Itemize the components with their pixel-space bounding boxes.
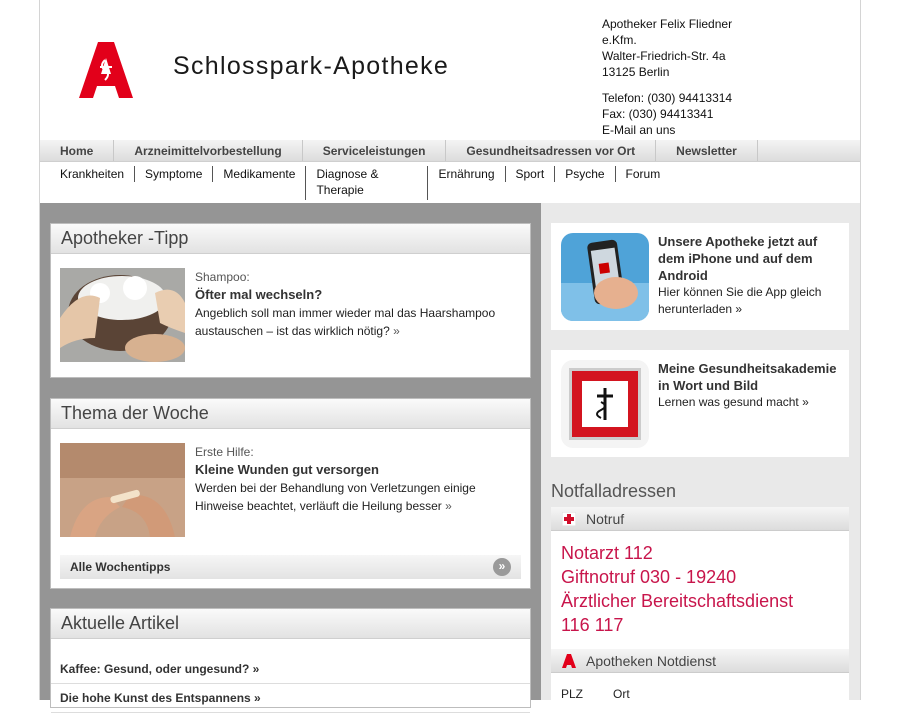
- owner-suffix: e.Kfm.: [602, 33, 637, 47]
- pharmacy-sign-icon[interactable]: [561, 360, 649, 448]
- notdienst-label: Apotheken Notdienst: [586, 653, 716, 669]
- double-chevron-right-icon[interactable]: »: [493, 558, 511, 576]
- subnav-ernaehrung[interactable]: Ernährung: [428, 166, 504, 182]
- thema-der-woche-title: Thema der Woche: [51, 399, 530, 429]
- subnav-krankheiten[interactable]: Krankheiten: [50, 166, 134, 182]
- nav-gesundheitsadressen[interactable]: Gesundheitsadressen vor Ort: [446, 140, 657, 161]
- subnav-psyche[interactable]: Psyche: [554, 166, 614, 182]
- article-link-entspannen[interactable]: Die hohe Kunst des Entspannens »: [51, 684, 530, 713]
- nav-newsletter[interactable]: Newsletter: [656, 140, 758, 161]
- thema-der-woche-box: Thema der Woche Erste Hilfe: Kleine Wund…: [50, 398, 531, 589]
- apotheker-tipp-box: Apotheker -Tipp Shampoo: Öfter mal wechs…: [50, 223, 531, 378]
- notarzt-number[interactable]: Notarzt 112: [561, 541, 839, 565]
- city: 13125 Berlin: [602, 65, 670, 79]
- subnav-symptome[interactable]: Symptome: [134, 166, 212, 182]
- alle-wochentipps-link[interactable]: Alle Wochentipps »: [60, 555, 521, 579]
- article-link-kaffee[interactable]: Kaffee: Gesund, oder ungesund? »: [51, 655, 530, 684]
- app-teaser-text: Unsere Apotheke jetzt auf dem iPhone und…: [658, 233, 843, 318]
- main-nav: Home Arzneimittelvorbestellung Servicele…: [40, 140, 860, 162]
- bereitschaftsdienst-label: Ärztlicher Bereitschaftsdienst: [561, 591, 794, 611]
- nav-serviceleistungen[interactable]: Serviceleistungen: [303, 140, 447, 161]
- akademie-box[interactable]: Meine Gesundheitsakademie in Wort und Bi…: [551, 350, 849, 457]
- apotheker-tipp-title: Apotheker -Tipp: [51, 224, 530, 254]
- plz-label: PLZ: [561, 687, 584, 701]
- apotheke-a-icon: [562, 654, 576, 668]
- sub-nav: Krankheiten Symptome Medikamente Diagnos…: [50, 166, 670, 200]
- first-aid-hands-image[interactable]: [60, 443, 185, 537]
- woche-headline[interactable]: Kleine Wunden gut versorgen: [195, 461, 515, 479]
- woche-teaser[interactable]: Erste Hilfe: Kleine Wunden gut versorgen…: [51, 429, 530, 541]
- subnav-sport[interactable]: Sport: [504, 166, 555, 182]
- brand-name[interactable]: Schlosspark-Apotheke: [173, 52, 449, 81]
- tipp-more-link[interactable]: »: [393, 324, 400, 338]
- app-teaser-title[interactable]: Unsere Apotheke jetzt auf dem iPhone und…: [658, 233, 843, 284]
- tipp-text-block: Shampoo: Öfter mal wechseln? Angeblich s…: [195, 268, 515, 340]
- nav-home[interactable]: Home: [40, 140, 115, 161]
- app-teaser-box[interactable]: Unsere Apotheke jetzt auf dem iPhone und…: [551, 223, 849, 330]
- right-column: Unsere Apotheke jetzt auf dem iPhone und…: [541, 203, 860, 701]
- apotheke-logo[interactable]: [78, 40, 134, 100]
- email-link[interactable]: E-Mail an uns: [602, 122, 732, 138]
- owner-name: Apotheker Felix Fliedner: [602, 17, 733, 31]
- left-column: Apotheker -Tipp Shampoo: Öfter mal wechs…: [40, 203, 541, 713]
- address-block: Apotheker Felix Fliedner e.Kfm. Walter-F…: [602, 16, 732, 138]
- ort-label: Ort: [613, 687, 630, 701]
- tipp-text: Angeblich soll man immer wieder mal das …: [195, 306, 496, 338]
- shampoo-hair-image[interactable]: [60, 268, 185, 362]
- tipp-teaser[interactable]: Shampoo: Öfter mal wechseln? Angeblich s…: [51, 254, 530, 366]
- akademie-title[interactable]: Meine Gesundheitsakademie in Wort und Bi…: [658, 360, 843, 394]
- header: Schlosspark-Apotheke Apotheker Felix Fli…: [40, 0, 860, 140]
- woche-text-block: Erste Hilfe: Kleine Wunden gut versorgen…: [195, 443, 515, 515]
- subnav-diagnose-therapie[interactable]: Diagnose & Therapie: [305, 166, 429, 200]
- notruf-label: Notruf: [586, 511, 625, 527]
- woche-more-link[interactable]: »: [445, 499, 452, 513]
- phone: Telefon: (030) 94413314: [602, 91, 733, 105]
- woche-text: Werden bei der Behandlung von Verletzung…: [195, 481, 476, 513]
- fax: Fax: (030) 94413341: [602, 107, 714, 121]
- notruf-header: Notruf: [551, 507, 849, 531]
- tipp-headline[interactable]: Öfter mal wechseln?: [195, 286, 515, 304]
- content: Apotheker -Tipp Shampoo: Öfter mal wechs…: [40, 203, 860, 713]
- tipp-kicker: Shampoo:: [195, 270, 250, 284]
- akademie-desc[interactable]: Lernen was gesund macht »: [658, 394, 843, 411]
- notdienst-form: PLZ Ort: [551, 673, 849, 715]
- woche-kicker: Erste Hilfe:: [195, 445, 254, 459]
- akademie-text: Meine Gesundheitsakademie in Wort und Bi…: [658, 360, 843, 411]
- red-cross-icon: [562, 512, 576, 526]
- alle-wochentipps-label: Alle Wochentipps: [70, 560, 171, 574]
- notfalladressen-heading: Notfalladressen: [551, 481, 677, 501]
- subnav-medikamente[interactable]: Medikamente: [212, 166, 305, 182]
- emergency-numbers: Notarzt 112 Giftnotruf 030 - 19240 Ärztl…: [551, 531, 849, 649]
- apotheken-notdienst-box: Apotheken Notdienst PLZ Ort: [551, 649, 849, 701]
- aktuelle-artikel-title: Aktuelle Artikel: [51, 609, 530, 639]
- smartphone-app-icon[interactable]: [561, 233, 649, 321]
- nav-arzneimittelvorbestellung[interactable]: Arzneimittelvorbestellung: [114, 140, 303, 161]
- app-teaser-desc[interactable]: Hier können Sie die App gleich herunterl…: [658, 284, 843, 318]
- subnav-forum[interactable]: Forum: [614, 166, 671, 182]
- page: Schlosspark-Apotheke Apotheker Felix Fli…: [39, 0, 861, 713]
- aktuelle-artikel-box: Aktuelle Artikel Kaffee: Gesund, oder un…: [50, 608, 531, 713]
- street: Walter-Friedrich-Str. 4a: [602, 49, 726, 63]
- giftnotruf-number[interactable]: Giftnotruf 030 - 19240: [561, 565, 839, 589]
- notruf-box: Notruf Notarzt 112 Giftnotruf 030 - 1924…: [551, 507, 849, 649]
- notdienst-header: Apotheken Notdienst: [551, 649, 849, 673]
- bereitschaftsdienst-number[interactable]: 116 117: [561, 613, 839, 637]
